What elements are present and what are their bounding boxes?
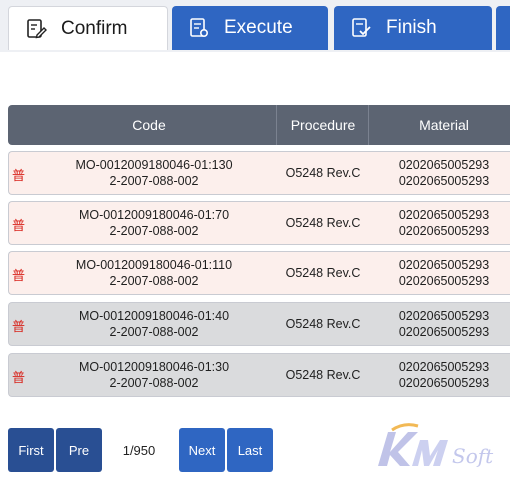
svg-text:Soft: Soft xyxy=(452,444,494,468)
procedure-cell: O5248 Rev.C xyxy=(277,202,369,244)
material-value: 0202065005293 xyxy=(398,360,490,374)
table-row[interactable]: 普 MO-0012009180046-01:40 2-2007-088-002 … xyxy=(8,302,510,346)
part-code: 2-2007-088-002 xyxy=(109,376,199,390)
material-cell: 0202065005293 0202065005293 xyxy=(369,354,510,396)
order-code: MO-0012009180046-01:70 xyxy=(78,208,230,222)
order-code: MO-0012009180046-01:130 xyxy=(75,158,233,172)
material-value: 0202065005293 xyxy=(398,309,490,323)
page-indicator: 1/950 xyxy=(122,442,156,458)
code-cell: MO-0012009180046-01:110 2-2007-088-002 xyxy=(31,252,277,294)
prev-page-button[interactable]: Pre xyxy=(56,428,102,472)
order-code: MO-0012009180046-01:30 xyxy=(78,360,230,374)
column-header-material: Material xyxy=(368,105,510,145)
part-code: 2-2007-088-002 xyxy=(109,174,199,188)
procedure-value: O5248 Rev.C xyxy=(285,317,361,331)
code-cell: MO-0012009180046-01:40 2-2007-088-002 xyxy=(31,303,277,345)
part-code: 2-2007-088-002 xyxy=(109,224,199,238)
tab-bar: Confirm Execute Finish xyxy=(0,0,510,52)
material-value: 0202065005293 xyxy=(398,174,490,188)
column-header-procedure: Procedure xyxy=(276,105,369,145)
table-header: Code Procedure Material xyxy=(8,105,510,145)
priority-badge: 普 xyxy=(12,371,26,386)
tab-execute-label: Execute xyxy=(224,17,293,38)
tab-confirm[interactable]: Confirm xyxy=(8,6,168,50)
tab-execute[interactable]: Execute xyxy=(172,6,328,50)
material-cell: 0202065005293 0202065005293 xyxy=(369,252,510,294)
kmsoft-logo: Soft xyxy=(374,422,504,472)
table-row[interactable]: 普 MO-0012009180046-01:30 2-2007-088-002 … xyxy=(8,353,510,397)
priority-badge: 普 xyxy=(12,269,26,284)
tab-finish[interactable]: Finish xyxy=(334,6,492,50)
table-row[interactable]: 普 MO-0012009180046-01:70 2-2007-088-002 … xyxy=(8,201,510,245)
material-value: 0202065005293 xyxy=(398,376,490,390)
table-row[interactable]: 普 MO-0012009180046-01:130 2-2007-088-002… xyxy=(8,151,510,195)
material-cell: 0202065005293 0202065005293 xyxy=(369,303,510,345)
order-code: MO-0012009180046-01:40 xyxy=(78,309,230,323)
priority-badge: 普 xyxy=(12,169,26,184)
procedure-cell: O5248 Rev.C xyxy=(277,354,369,396)
edit-document-icon xyxy=(25,18,47,40)
part-code: 2-2007-088-002 xyxy=(109,325,199,339)
procedure-value: O5248 Rev.C xyxy=(285,368,361,382)
last-page-button[interactable]: Last xyxy=(227,428,273,472)
material-value: 0202065005293 xyxy=(398,208,490,222)
priority-badge: 普 xyxy=(12,320,26,335)
tab-overflow[interactable] xyxy=(496,6,510,50)
material-cell: 0202065005293 0202065005293 xyxy=(369,202,510,244)
procedure-value: O5248 Rev.C xyxy=(285,266,361,280)
next-page-button[interactable]: Next xyxy=(179,428,225,472)
material-value: 0202065005293 xyxy=(398,224,490,238)
document-check-icon xyxy=(350,17,372,39)
first-page-button[interactable]: First xyxy=(8,428,54,472)
code-cell: MO-0012009180046-01:30 2-2007-088-002 xyxy=(31,354,277,396)
material-value: 0202065005293 xyxy=(398,158,490,172)
material-cell: 0202065005293 0202065005293 xyxy=(369,152,510,194)
material-value: 0202065005293 xyxy=(398,258,490,272)
procedure-cell: O5248 Rev.C xyxy=(277,252,369,294)
code-cell: MO-0012009180046-01:70 2-2007-088-002 xyxy=(31,202,277,244)
procedure-cell: O5248 Rev.C xyxy=(277,152,369,194)
column-header-code: Code xyxy=(132,117,166,133)
material-value: 0202065005293 xyxy=(398,274,490,288)
order-code: MO-0012009180046-01:110 xyxy=(75,258,233,272)
procedure-cell: O5248 Rev.C xyxy=(277,303,369,345)
priority-badge: 普 xyxy=(12,219,26,234)
material-value: 0202065005293 xyxy=(398,325,490,339)
procedure-value: O5248 Rev.C xyxy=(285,166,361,180)
tab-finish-label: Finish xyxy=(386,17,437,38)
table-row[interactable]: 普 MO-0012009180046-01:110 2-2007-088-002… xyxy=(8,251,510,295)
part-code: 2-2007-088-002 xyxy=(109,274,199,288)
document-settings-icon xyxy=(188,17,210,39)
tab-confirm-label: Confirm xyxy=(61,17,128,39)
code-cell: MO-0012009180046-01:130 2-2007-088-002 xyxy=(31,152,277,194)
procedure-value: O5248 Rev.C xyxy=(285,216,361,230)
